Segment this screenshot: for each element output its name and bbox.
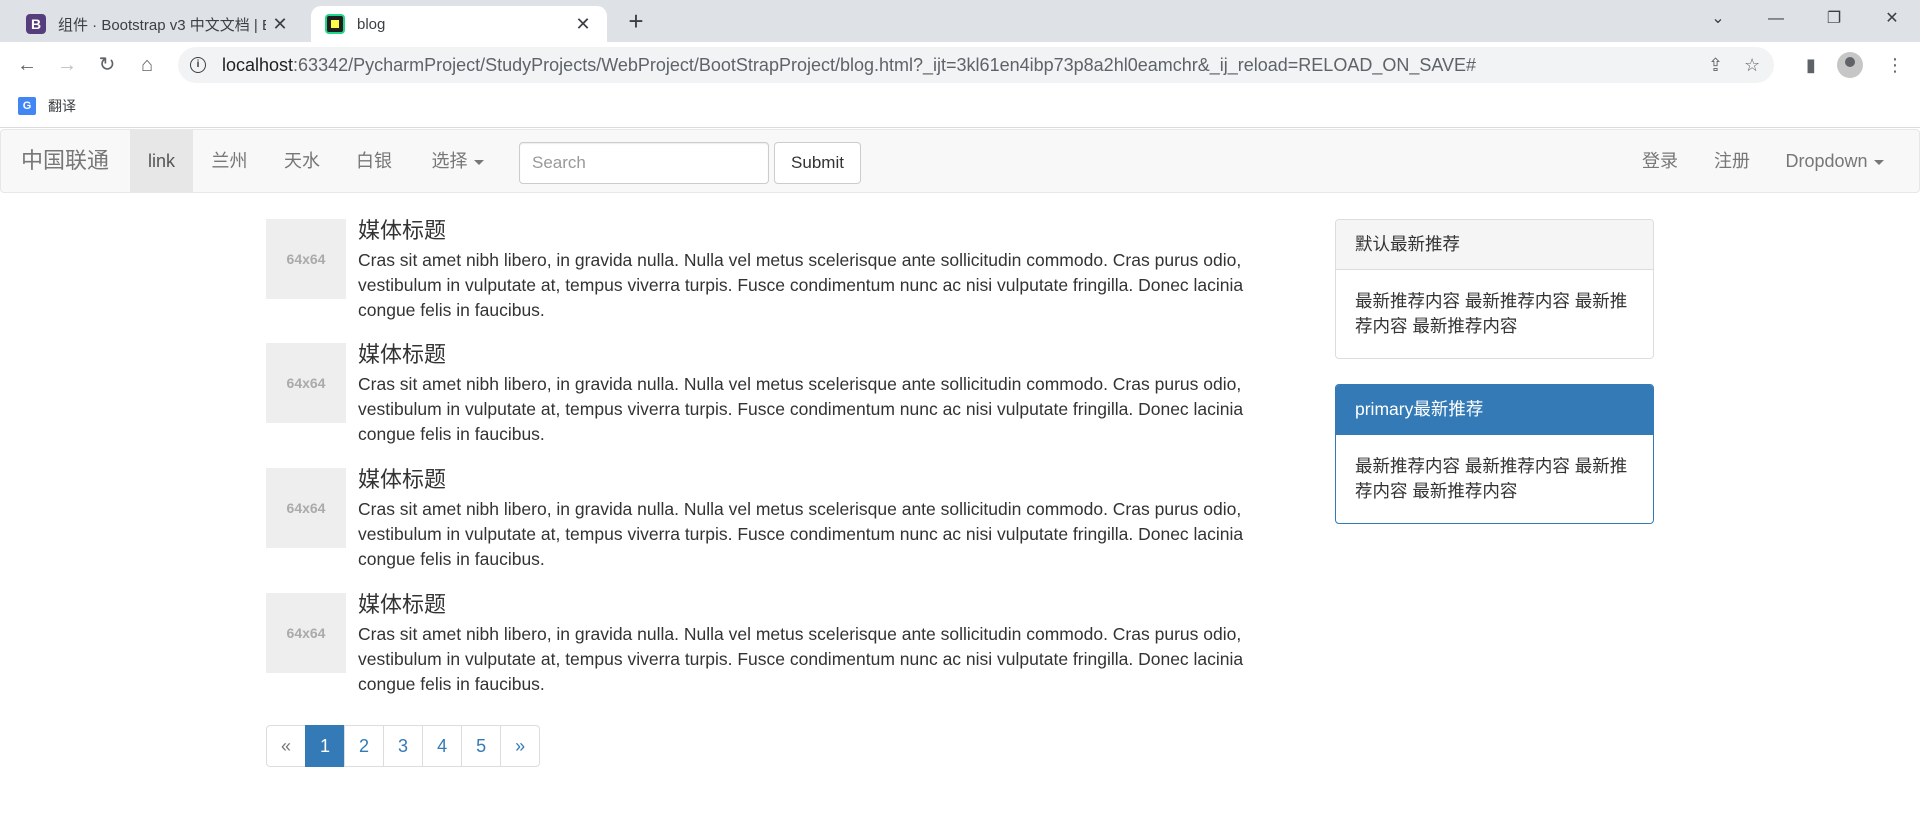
media-thumbnail[interactable]: 64x64 <box>266 219 346 299</box>
media-text: Cras sit amet nibh libero, in gravida nu… <box>358 624 1244 694</box>
back-arrow-icon[interactable]: ← <box>12 50 42 80</box>
media-thumbnail[interactable]: 64x64 <box>266 468 346 548</box>
browser-tab-bootstrap-docs[interactable]: B 组件 · Bootstrap v3 中文文档 | B ✕ <box>12 6 304 42</box>
pagination-next[interactable]: » <box>500 725 541 767</box>
panel-heading: 默认最新推荐 <box>1336 220 1653 270</box>
tab-search-chevron-icon[interactable]: ⌄ <box>1690 0 1746 40</box>
pagination-page-5[interactable]: 5 <box>461 725 502 767</box>
pagination: « 1 2 3 4 5 » <box>266 725 541 767</box>
page-content: 中国联通 link 兰州 天水 白银 选择 Submit 登录 注册 Dropd… <box>0 129 1920 814</box>
nav-link-baiyin[interactable]: 白银 <box>338 130 410 192</box>
nav-dropdown-select[interactable]: 选择 <box>410 130 505 192</box>
site-info-icon[interactable]: i <box>190 57 206 73</box>
navbar: 中国联通 link 兰州 天水 白银 选择 Submit 登录 注册 Dropd… <box>0 129 1920 193</box>
browser-tabstrip: B 组件 · Bootstrap v3 中文文档 | B ✕ blog ✕ + … <box>0 0 1920 42</box>
media-text: Cras sit amet nibh libero, in gravida nu… <box>358 374 1244 444</box>
bookmarks-bar: G 翻译 <box>0 88 1920 128</box>
pycharm-favicon-icon <box>325 14 345 34</box>
panel-body: 最新推荐内容 最新推荐内容 最新推荐内容 最新推荐内容 <box>1355 291 1628 336</box>
bootstrap-favicon-icon: B <box>26 14 46 34</box>
bookmark-label: 翻译 <box>48 98 76 114</box>
media-body: 媒体标题 Cras sit amet nibh libero, in gravi… <box>358 468 1258 572</box>
media-heading: 媒体标题 <box>358 342 447 367</box>
nav-dropdown-right[interactable]: Dropdown <box>1768 130 1901 192</box>
pagination-page-1[interactable]: 1 <box>305 725 346 767</box>
forward-arrow-icon[interactable]: → <box>52 50 82 80</box>
close-tab-icon[interactable]: ✕ <box>266 14 294 35</box>
pagination-prev[interactable]: « <box>266 725 307 767</box>
nav-link-link[interactable]: link <box>130 130 193 192</box>
media-heading: 媒体标题 <box>358 467 447 492</box>
media-thumbnail[interactable]: 64x64 <box>266 593 346 673</box>
share-icon[interactable]: ⇪ <box>1708 47 1723 83</box>
nav-link-tianshui[interactable]: 天水 <box>266 130 338 192</box>
media-text: Cras sit amet nibh libero, in gravida nu… <box>358 499 1244 569</box>
browser-tab-blog[interactable]: blog ✕ <box>311 6 607 42</box>
media-body: 媒体标题 Cras sit amet nibh libero, in gravi… <box>358 343 1258 447</box>
pagination-page-2[interactable]: 2 <box>344 725 385 767</box>
tab-title: 组件 · Bootstrap v3 中文文档 | B <box>58 16 266 34</box>
media-heading: 媒体标题 <box>358 592 447 617</box>
media-body: 媒体标题 Cras sit amet nibh libero, in gravi… <box>358 219 1258 323</box>
dropdown-label: 选择 <box>431 151 468 171</box>
nav-link-register[interactable]: 注册 <box>1696 130 1768 192</box>
search-input[interactable] <box>519 142 769 184</box>
panel-default: 默认最新推荐 最新推荐内容 最新推荐内容 最新推荐内容 最新推荐内容 <box>1335 219 1654 359</box>
close-tab-icon[interactable]: ✕ <box>569 14 597 35</box>
menu-kebab-icon[interactable]: ⋮ <box>1880 50 1910 80</box>
close-window-icon[interactable]: ✕ <box>1864 0 1920 40</box>
media-body: 媒体标题 Cras sit amet nibh libero, in gravi… <box>358 593 1258 697</box>
pagination-page-4[interactable]: 4 <box>422 725 463 767</box>
navbar-brand[interactable]: 中国联通 <box>21 130 109 192</box>
media-heading: 媒体标题 <box>358 218 447 243</box>
profile-avatar-icon[interactable] <box>1837 52 1863 78</box>
submit-button[interactable]: Submit <box>774 142 861 184</box>
tab-title: blog <box>357 15 386 33</box>
restore-icon[interactable]: ❐ <box>1806 0 1862 40</box>
new-tab-button[interactable]: + <box>621 6 651 36</box>
browser-toolbar: ← → ↻ ⌂ i localhost:63342/PycharmProject… <box>0 42 1920 88</box>
bookmark-translate[interactable]: G 翻译 <box>18 96 76 116</box>
url-text: localhost:63342/PycharmProject/StudyProj… <box>222 54 1477 75</box>
google-translate-icon: G <box>18 97 36 115</box>
address-bar[interactable]: i localhost:63342/PycharmProject/StudyPr… <box>178 47 1774 83</box>
minimize-icon[interactable]: — <box>1748 0 1804 40</box>
nav-link-login[interactable]: 登录 <box>1624 130 1696 192</box>
panel-body: 最新推荐内容 最新推荐内容 最新推荐内容 最新推荐内容 <box>1355 456 1628 501</box>
caret-down-icon <box>473 159 484 165</box>
dropdown-label: Dropdown <box>1785 151 1868 171</box>
panel-primary: primary最新推荐 最新推荐内容 最新推荐内容 最新推荐内容 最新推荐内容 <box>1335 384 1654 524</box>
pagination-page-3[interactable]: 3 <box>383 725 424 767</box>
caret-down-icon <box>1873 159 1884 165</box>
media-text: Cras sit amet nibh libero, in gravida nu… <box>358 250 1244 320</box>
reload-icon[interactable]: ↻ <box>92 50 122 80</box>
panel-heading: primary最新推荐 <box>1336 385 1653 435</box>
media-thumbnail[interactable]: 64x64 <box>266 343 346 423</box>
nav-link-lanzhou[interactable]: 兰州 <box>193 130 266 192</box>
side-panel-icon[interactable]: ▮ <box>1796 50 1826 80</box>
bookmark-star-icon[interactable]: ☆ <box>1744 47 1760 83</box>
home-icon[interactable]: ⌂ <box>132 50 162 80</box>
